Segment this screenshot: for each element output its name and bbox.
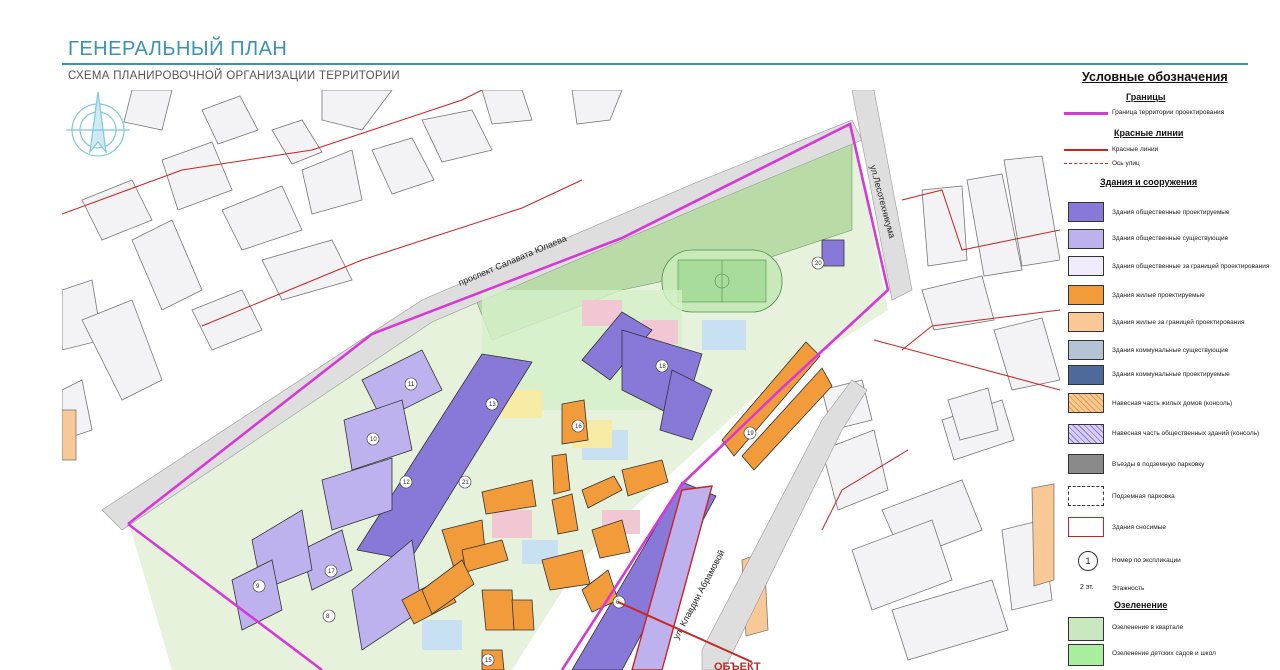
legend-swatch-communal-designed <box>1068 365 1104 385</box>
svg-text:13: 13 <box>489 402 496 408</box>
svg-text:16: 16 <box>575 424 582 430</box>
title-divider <box>62 63 1248 65</box>
legend-swatch-pub-console <box>1068 424 1104 444</box>
legend-border-line-icon <box>1064 112 1108 115</box>
legend-red-lines: Красные линии <box>1112 146 1159 153</box>
svg-text:19: 19 <box>747 431 754 437</box>
legend-residential-designed: Здания жилые проектируемые <box>1112 292 1205 299</box>
svg-text:15: 15 <box>485 658 492 664</box>
legend-street-axis: Ось улиц <box>1112 160 1140 167</box>
legend-section-buildings: Здания и сооружения <box>1100 177 1198 187</box>
object-label: ОБЪЕКТ <box>714 661 761 670</box>
legend-swatch-communal-existing <box>1068 340 1104 360</box>
legend-green-quarter: Озеленение в квартале <box>1112 624 1184 631</box>
legend-swatch-demolished <box>1068 517 1104 537</box>
legend-underground-parking: Подземная парковка <box>1112 493 1175 500</box>
legend-section-borders: Границы <box>1126 92 1166 102</box>
legend-swatch-res-console <box>1068 393 1104 413</box>
legend-number-symbol-icon: 1 <box>1078 551 1098 571</box>
legend-swatch-underground-parking <box>1068 486 1104 506</box>
legend-section-red-lines: Красные линии <box>1114 128 1184 138</box>
legend-axis-line-icon <box>1064 163 1108 164</box>
legend-res-console: Навесная часть жилых домов (консоль) <box>1112 400 1233 407</box>
legend-pub-console: Навесная часть общественных зданий (конс… <box>1112 430 1260 437</box>
site-plan-map[interactable]: 11 13 10 12 18 19 20 21 17 8 6 9 15 16 п… <box>62 90 1060 670</box>
svg-text:17: 17 <box>328 569 335 575</box>
legend-panel: Условные обозначения Границы Граница тер… <box>1060 66 1280 670</box>
legend-communal-existing: Здания коммунальные существующие <box>1112 347 1229 354</box>
legend-swatch-green-schools <box>1068 644 1104 666</box>
legend-swatch-residential-outside <box>1068 312 1104 332</box>
legend-public-existing: Здания общественные существующие <box>1112 235 1229 242</box>
legend-green-schools: Озеленение детских садов и школ <box>1112 650 1216 657</box>
legend-swatch-public-designed <box>1068 202 1104 222</box>
legend-swatch-public-existing <box>1068 229 1104 249</box>
svg-text:10: 10 <box>370 437 377 443</box>
legend-floors-symbol: 2 эт. <box>1080 584 1094 591</box>
legend-section-greenery: Озеленение <box>1114 600 1168 610</box>
plan-subtitle: СХЕМА ПЛАНИРОВОЧНОЙ ОРГАНИЗАЦИИ ТЕРРИТОР… <box>68 70 400 82</box>
legend-swatch-parking-entrances <box>1068 454 1104 474</box>
legend-parking-entrances: Въезды в подземную парковку <box>1112 461 1205 468</box>
legend-communal-designed: Здания коммунальные проектируемые <box>1112 371 1230 378</box>
legend-expl-number: Номер по экспликации <box>1112 557 1181 564</box>
legend-swatch-green-quarter <box>1068 617 1104 641</box>
legend-title: Условные обозначения <box>1082 70 1228 84</box>
svg-text:12: 12 <box>403 480 410 486</box>
legend-public-designed: Здания общественные проектируемые <box>1112 209 1230 216</box>
legend-red-line-icon <box>1064 149 1108 151</box>
legend-swatch-residential-designed <box>1068 285 1104 305</box>
legend-public-outside: Здания общественные за границей проектир… <box>1112 263 1270 270</box>
svg-text:11: 11 <box>408 382 415 388</box>
legend-demolished: Здания сносимые <box>1112 524 1166 531</box>
legend-swatch-public-outside <box>1068 256 1104 276</box>
legend-residential-outside: Здания жилые за границей проектирования <box>1112 319 1245 326</box>
svg-text:20: 20 <box>815 261 822 267</box>
legend-design-border: Граница территории проектирования <box>1112 109 1225 116</box>
legend-floors: Этажность <box>1112 585 1145 592</box>
plan-title: ГЕНЕРАЛЬНЫЙ ПЛАН <box>68 38 288 60</box>
svg-text:18: 18 <box>659 364 666 370</box>
svg-text:21: 21 <box>462 480 469 486</box>
